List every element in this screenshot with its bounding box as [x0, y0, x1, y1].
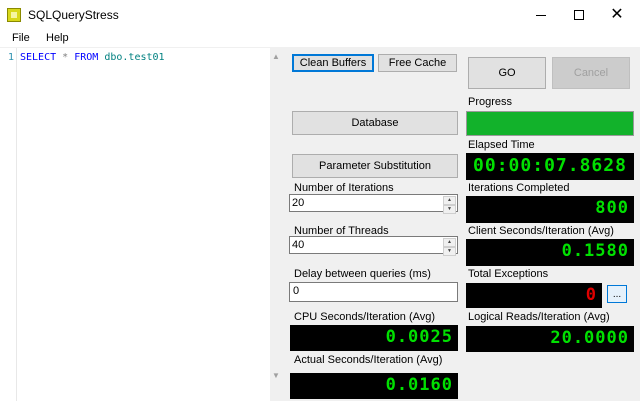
cancel-button[interactable]: Cancel: [552, 57, 630, 89]
total-exceptions-label: Total Exceptions: [468, 268, 549, 280]
progress-bar: [466, 111, 634, 136]
progress-fill: [467, 112, 633, 135]
spin-down-icon[interactable]: ▼: [443, 247, 456, 256]
iterations-spin[interactable]: ▲ ▼: [443, 196, 456, 214]
table-identifier: dbo.test01: [104, 52, 165, 63]
logical-reads-label: Logical Reads/Iteration (Avg): [468, 311, 610, 323]
spin-up-icon[interactable]: ▲: [443, 196, 456, 205]
clean-buffers-button[interactable]: Clean Buffers: [292, 54, 374, 72]
free-cache-button[interactable]: Free Cache: [378, 54, 457, 72]
spin-up-icon[interactable]: ▲: [443, 238, 456, 247]
line-number: 1: [8, 52, 15, 63]
keyword-select: SELECT: [20, 52, 57, 63]
app-window: SQLQueryStress ✕ File Help 1 SELECT * FR…: [0, 0, 640, 401]
delay-input[interactable]: 0: [289, 282, 458, 302]
iterations-stepper[interactable]: 20 ▲ ▼: [289, 194, 458, 214]
window-title: SQLQueryStress: [28, 8, 119, 22]
menu-file[interactable]: File: [12, 32, 30, 44]
iterations-completed-label: Iterations Completed: [468, 182, 570, 194]
maximize-icon: [574, 10, 584, 20]
elapsed-time-display: 00:00:07.8628: [466, 153, 634, 180]
database-button[interactable]: Database: [292, 111, 458, 135]
scroll-up-icon[interactable]: ▲: [272, 52, 280, 61]
exceptions-details-button[interactable]: ...: [607, 285, 627, 303]
keyword-from: FROM: [74, 52, 99, 63]
elapsed-time-label: Elapsed Time: [468, 139, 535, 151]
query-editor[interactable]: 1 SELECT * FROM dbo.test01 ▲ ▼: [0, 48, 283, 401]
actual-seconds-label: Actual Seconds/Iteration (Avg): [294, 354, 443, 366]
threads-spin[interactable]: ▲ ▼: [443, 238, 456, 256]
editor-scrollbar[interactable]: ▲ ▼: [270, 48, 283, 401]
parameter-substitution-button[interactable]: Parameter Substitution: [292, 154, 458, 178]
app-icon: [7, 8, 21, 22]
iterations-completed-display: 800: [466, 196, 634, 223]
threads-value: 40: [292, 239, 305, 251]
progress-label: Progress: [468, 96, 513, 108]
client-seconds-display: 0.1580: [466, 239, 634, 266]
delay-value: 0: [293, 285, 300, 297]
total-exceptions-display: 0: [466, 283, 602, 308]
iterations-label: Number of Iterations: [294, 182, 394, 194]
editor-margin: [16, 48, 17, 401]
iterations-value: 20: [292, 197, 305, 209]
menu-bar: File Help: [0, 30, 640, 47]
close-icon: ✕: [610, 6, 624, 23]
scroll-down-icon[interactable]: ▼: [272, 371, 280, 380]
threads-stepper[interactable]: 40 ▲ ▼: [289, 236, 458, 256]
spin-down-icon[interactable]: ▼: [443, 205, 456, 214]
code-line[interactable]: SELECT * FROM dbo.test01: [20, 52, 165, 63]
minimize-icon: [536, 14, 546, 16]
go-button[interactable]: GO: [468, 57, 546, 89]
delay-label: Delay between queries (ms): [294, 268, 431, 280]
menu-help[interactable]: Help: [46, 32, 69, 44]
client-seconds-label: Client Seconds/Iteration (Avg): [468, 225, 614, 237]
actual-seconds-display: 0.0160: [290, 373, 458, 399]
cpu-seconds-display: 0.0025: [290, 325, 458, 351]
operator-star: *: [62, 52, 69, 63]
logical-reads-display: 20.0000: [466, 326, 634, 352]
cpu-seconds-label: CPU Seconds/Iteration (Avg): [294, 311, 436, 323]
title-bar: SQLQueryStress ✕: [0, 0, 640, 30]
close-button[interactable]: ✕: [594, 0, 640, 30]
